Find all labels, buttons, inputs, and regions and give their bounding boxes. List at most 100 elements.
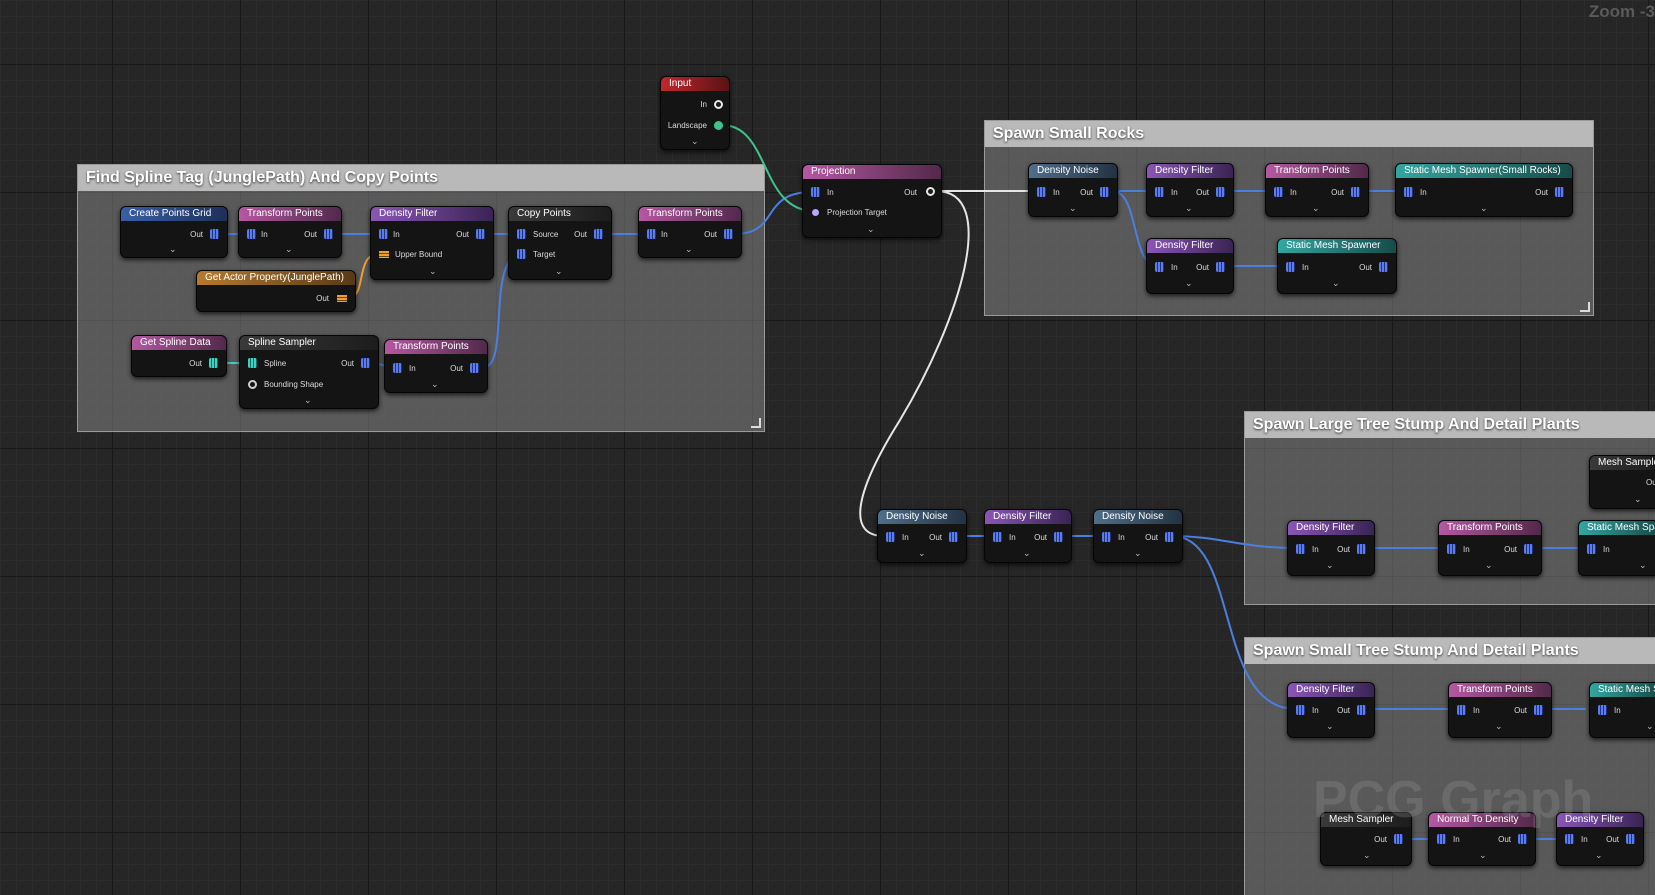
pin-projection-target-icon[interactable] bbox=[812, 209, 819, 216]
chevron-down-icon[interactable]: ⌄ bbox=[1326, 722, 1334, 731]
pin-out-icon[interactable] bbox=[476, 229, 485, 239]
pin-in-icon[interactable] bbox=[393, 363, 402, 373]
resize-grip-icon[interactable] bbox=[751, 418, 761, 428]
chevron-down-icon[interactable]: ⌄ bbox=[685, 245, 693, 254]
node-density-noise-1[interactable]: Density Noise In Out ⌄ bbox=[877, 509, 967, 563]
chevron-down-icon[interactable]: ⌄ bbox=[1069, 204, 1077, 213]
pin-in-icon[interactable] bbox=[1437, 834, 1446, 844]
pin-out-icon[interactable] bbox=[949, 532, 958, 542]
pin-out-icon[interactable] bbox=[1216, 262, 1225, 272]
chevron-down-icon[interactable]: ⌄ bbox=[1646, 722, 1654, 731]
pin-in-icon[interactable] bbox=[1286, 262, 1295, 272]
node-small-rocks-density-filter-2[interactable]: Density Filter In Out ⌄ bbox=[1146, 238, 1234, 294]
node-density-filter-1[interactable]: Density Filter In Out Upper Bound ⌄ bbox=[370, 206, 494, 280]
chevron-down-icon[interactable]: ⌄ bbox=[1495, 722, 1503, 731]
pin-out-icon[interactable] bbox=[470, 363, 479, 373]
chevron-down-icon[interactable]: ⌄ bbox=[429, 267, 437, 276]
chevron-down-icon[interactable]: ⌄ bbox=[1479, 851, 1487, 860]
pin-out-icon[interactable] bbox=[210, 229, 219, 239]
pcg-graph-canvas[interactable]: Find Spline Tag (JunglePath) And Copy Po… bbox=[0, 0, 1655, 895]
node-large-mesh-sampler[interactable]: Mesh Sampler Out ⌄ bbox=[1589, 455, 1655, 509]
node-density-noise-2[interactable]: Density Noise In Out ⌄ bbox=[1093, 509, 1183, 563]
node-small-rocks-density-filter-1[interactable]: Density Filter In Out ⌄ bbox=[1146, 163, 1234, 217]
pin-out-icon[interactable] bbox=[361, 358, 370, 368]
pin-in-icon[interactable] bbox=[886, 532, 895, 542]
pin-source-icon[interactable] bbox=[517, 229, 526, 239]
chevron-down-icon[interactable]: ⌄ bbox=[1332, 279, 1340, 288]
pin-out-icon[interactable] bbox=[1357, 705, 1366, 715]
pin-in-icon[interactable] bbox=[1457, 705, 1466, 715]
pin-in-icon[interactable] bbox=[1296, 544, 1305, 554]
pin-in-icon[interactable] bbox=[1404, 187, 1413, 197]
pin-in-icon[interactable] bbox=[714, 100, 723, 109]
chevron-down-icon[interactable]: ⌄ bbox=[304, 396, 312, 405]
node-create-points-grid[interactable]: Create Points Grid Out ⌄ bbox=[120, 206, 228, 258]
pin-spline-icon[interactable] bbox=[248, 358, 257, 368]
pin-landscape-icon[interactable] bbox=[714, 121, 723, 130]
node-small-rocks-transform-points[interactable]: Transform Points In Out ⌄ bbox=[1265, 163, 1369, 217]
chevron-down-icon[interactable]: ⌄ bbox=[1363, 851, 1371, 860]
pin-in-icon[interactable] bbox=[1447, 544, 1456, 554]
chevron-down-icon[interactable]: ⌄ bbox=[1595, 851, 1603, 860]
pin-out-icon[interactable] bbox=[1379, 262, 1388, 272]
node-transform-points-2[interactable]: Transform Points In Out ⌄ bbox=[638, 206, 742, 258]
pin-in-icon[interactable] bbox=[1587, 544, 1596, 554]
node-transform-points-1[interactable]: Transform Points In Out ⌄ bbox=[238, 206, 342, 258]
pin-out-icon[interactable] bbox=[209, 358, 218, 368]
pin-in-icon[interactable] bbox=[647, 229, 656, 239]
node-small-rocks-static-mesh-spawner[interactable]: Static Mesh Spawner In Out ⌄ bbox=[1277, 238, 1397, 294]
chevron-down-icon[interactable]: ⌄ bbox=[1480, 204, 1488, 213]
chevron-down-icon[interactable]: ⌄ bbox=[431, 380, 439, 389]
chevron-down-icon[interactable]: ⌄ bbox=[1185, 279, 1193, 288]
node-small-density-filter[interactable]: Density Filter In Out ⌄ bbox=[1287, 682, 1375, 738]
chevron-down-icon[interactable]: ⌄ bbox=[691, 137, 699, 146]
pin-out-icon[interactable] bbox=[1518, 834, 1527, 844]
chevron-down-icon[interactable]: ⌄ bbox=[1023, 549, 1031, 558]
chevron-down-icon[interactable]: ⌄ bbox=[1312, 204, 1320, 213]
node-spline-sampler[interactable]: Spline Sampler Spline Out Bounding Shape… bbox=[239, 335, 379, 409]
node-projection[interactable]: Projection In Out Projection Target ⌄ bbox=[802, 164, 942, 238]
pin-out-icon[interactable] bbox=[926, 187, 935, 196]
pin-in-icon[interactable] bbox=[1274, 187, 1283, 197]
resize-grip-icon[interactable] bbox=[1580, 302, 1590, 312]
pin-in-icon[interactable] bbox=[1565, 834, 1574, 844]
comment-title[interactable]: Spawn Small Tree Stump And Detail Plants bbox=[1245, 638, 1655, 664]
pin-out-icon[interactable] bbox=[1100, 187, 1109, 197]
chevron-down-icon[interactable]: ⌄ bbox=[918, 549, 926, 558]
node-large-static-mesh-spawner[interactable]: Static Mesh Spawner In ⌄ bbox=[1578, 520, 1655, 576]
node-large-transform-points[interactable]: Transform Points In Out ⌄ bbox=[1438, 520, 1542, 576]
node-get-spline-data[interactable]: Get Spline Data Out bbox=[131, 335, 227, 377]
node-input[interactable]: Input In Landscape ⌄ bbox=[660, 76, 730, 150]
pin-out-icon[interactable] bbox=[724, 229, 733, 239]
chevron-down-icon[interactable]: ⌄ bbox=[1134, 549, 1142, 558]
node-density-filter-mid[interactable]: Density Filter In Out ⌄ bbox=[984, 509, 1072, 563]
chevron-down-icon[interactable]: ⌄ bbox=[1634, 495, 1642, 504]
pin-in-icon[interactable] bbox=[1037, 187, 1046, 197]
pin-out-icon[interactable] bbox=[1216, 187, 1225, 197]
chevron-down-icon[interactable]: ⌄ bbox=[1485, 561, 1493, 570]
pin-out-icon[interactable] bbox=[1357, 544, 1366, 554]
chevron-down-icon[interactable]: ⌄ bbox=[1639, 561, 1647, 570]
node-get-actor-property[interactable]: Get Actor Property(JunglePath) Out bbox=[196, 270, 356, 312]
pin-out-icon[interactable] bbox=[1394, 834, 1403, 844]
pin-out-icon[interactable] bbox=[1524, 544, 1533, 554]
comment-title[interactable]: Find Spline Tag (JunglePath) And Copy Po… bbox=[78, 165, 764, 191]
comment-title[interactable]: Spawn Large Tree Stump And Detail Plants bbox=[1245, 412, 1655, 438]
pin-out-icon[interactable] bbox=[1534, 705, 1543, 715]
node-transform-points-3[interactable]: Transform Points In Out ⌄ bbox=[384, 339, 488, 393]
pin-in-icon[interactable] bbox=[1155, 187, 1164, 197]
chevron-down-icon[interactable]: ⌄ bbox=[555, 267, 563, 276]
pin-in-icon[interactable] bbox=[1102, 532, 1111, 542]
node-copy-points[interactable]: Copy Points Source Out Target ⌄ bbox=[508, 206, 612, 280]
pin-in-icon[interactable] bbox=[1598, 705, 1607, 715]
pin-in-icon[interactable] bbox=[1296, 705, 1305, 715]
pin-in-icon[interactable] bbox=[993, 532, 1002, 542]
pin-out-icon[interactable] bbox=[1351, 187, 1360, 197]
node-small-static-mesh-spawner[interactable]: Static Mesh Spawner In ⌄ bbox=[1589, 682, 1655, 738]
node-large-density-filter[interactable]: Density Filter In Out ⌄ bbox=[1287, 520, 1375, 576]
pin-out-icon[interactable] bbox=[594, 229, 603, 239]
chevron-down-icon[interactable]: ⌄ bbox=[1326, 561, 1334, 570]
pin-in-icon[interactable] bbox=[247, 229, 256, 239]
pin-target-icon[interactable] bbox=[517, 249, 526, 259]
comment-title[interactable]: Spawn Small Rocks bbox=[985, 121, 1593, 147]
